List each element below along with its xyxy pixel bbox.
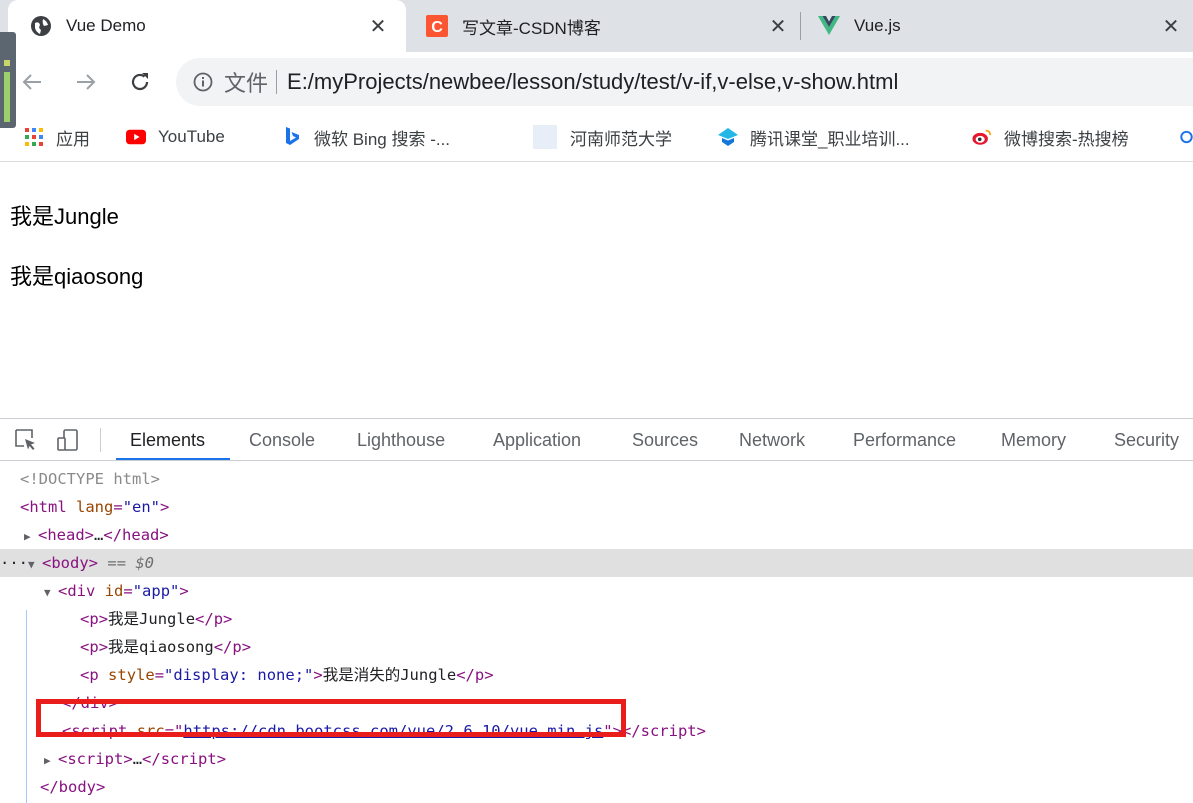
close-tab-icon[interactable]: ✕: [764, 12, 792, 40]
blank-page-icon: [532, 125, 558, 149]
bookmark-weibo[interactable]: 微博搜索-热搜榜: [972, 124, 1129, 150]
close-tab-icon[interactable]: ✕: [1157, 12, 1185, 40]
close-tab-icon[interactable]: ✕: [364, 12, 392, 40]
tab-network[interactable]: Network: [739, 419, 805, 461]
browser-toolbar: 文件 E:/myProjects/newbee/lesson/study/tes…: [0, 52, 1193, 112]
bookmark-overflow-icon[interactable]: [1180, 124, 1193, 150]
toolbar-divider: [100, 428, 101, 452]
globe-icon: [30, 15, 52, 37]
reload-button[interactable]: [120, 62, 160, 102]
bookmark-youtube[interactable]: YouTube: [126, 124, 225, 150]
dom-node-p-hidden[interactable]: <p style="display: none;">我是消失的Jungle</p…: [0, 661, 1193, 689]
page-paragraph-qiaosong: 我是qiaosong: [10, 264, 144, 289]
tab-strip: Vue Demo ✕ C 写文章-CSDN博客 ✕ Vue.js ✕: [0, 0, 1193, 52]
bookmark-label: 应用: [56, 129, 90, 149]
apps-grid-icon: [24, 127, 44, 147]
bookmark-label: YouTube: [158, 127, 225, 146]
bookmark-apps[interactable]: 应用: [24, 124, 90, 150]
bookmarks-bar: 应用 YouTube 微软 Bing 搜索 -... 河南师范大学 腾讯课堂_职…: [0, 112, 1193, 162]
tab-sources[interactable]: Sources: [632, 419, 698, 461]
tab-title: Vue Demo: [66, 16, 146, 35]
tab-lighthouse[interactable]: Lighthouse: [357, 419, 445, 461]
bookmark-bing[interactable]: 微软 Bing 搜索 -...: [282, 124, 450, 150]
page-paragraph-jungle: 我是Jungle: [10, 204, 119, 229]
active-tab-indicator: [116, 458, 230, 460]
tab-vuejs[interactable]: Vue.js ✕: [802, 0, 1193, 52]
dom-node-script-inline[interactable]: ▶ <script>…</script>: [0, 745, 1193, 773]
bookmark-label: 河南师范大学: [570, 129, 672, 149]
csdn-icon: C: [426, 15, 448, 37]
bookmark-label: 微软 Bing 搜索 -...: [314, 129, 451, 149]
inspect-element-icon[interactable]: [14, 428, 38, 452]
dom-node-body[interactable]: ···▼ <body> == $0: [0, 549, 1193, 577]
device-toolbar-icon[interactable]: [56, 428, 80, 452]
tab-elements[interactable]: Elements: [130, 419, 205, 461]
page-scheme-label: 文件: [224, 71, 269, 96]
tab-application[interactable]: Application: [493, 419, 581, 461]
arrow-right-icon: [77, 74, 96, 90]
tab-csdn[interactable]: C 写文章-CSDN博客 ✕: [410, 0, 800, 52]
dom-node-div-app[interactable]: ▼ <div id="app">: [0, 577, 1193, 605]
tab-console[interactable]: Console: [249, 419, 315, 461]
elements-tree: <!DOCTYPE html> <html lang="en"> ▶ <head>…: [0, 461, 1193, 803]
more-actions-icon[interactable]: ···: [0, 554, 28, 572]
tab-security[interactable]: Security: [1114, 419, 1179, 461]
address-url[interactable]: E:/myProjects/newbee/lesson/study/test/v…: [287, 69, 898, 95]
tab-memory[interactable]: Memory: [1001, 419, 1066, 461]
vue-icon: [818, 15, 840, 37]
tab-title: Vue.js: [854, 16, 901, 35]
bookmark-label: 腾讯课堂_职业培训...: [750, 129, 910, 149]
bookmark-label: 微博搜索-热搜榜: [1004, 129, 1129, 149]
dom-node-head[interactable]: ▶ <head>…</head>: [0, 521, 1193, 549]
selected-node-marker: == $0: [107, 554, 155, 572]
bing-icon: [282, 127, 302, 147]
youtube-icon: [126, 127, 146, 147]
tab-vue-demo[interactable]: Vue Demo ✕: [8, 0, 406, 52]
dom-node-body-close[interactable]: </body>: [0, 773, 1193, 801]
dom-node-p-qiaosong[interactable]: <p>我是qiaosong</p>: [0, 633, 1193, 661]
bookmark-tencent-classroom[interactable]: 腾讯课堂_职业培训...: [718, 124, 910, 150]
collapse-triangle-icon[interactable]: ▼: [28, 551, 42, 579]
dom-node-html[interactable]: <html lang="en">: [0, 493, 1193, 521]
expand-triangle-icon[interactable]: ▶: [44, 747, 58, 775]
tab-title: 写文章-CSDN博客: [462, 18, 601, 38]
devtools-panel: Elements Console Lighthouse Application …: [0, 418, 1193, 803]
arrow-left-icon: [22, 74, 41, 90]
collapse-triangle-icon[interactable]: ▼: [44, 579, 58, 607]
highlight-annotation-box: [36, 699, 626, 737]
expand-triangle-icon[interactable]: ▶: [24, 523, 38, 551]
side-widget: [0, 32, 16, 128]
forward-button[interactable]: [66, 62, 106, 102]
weibo-icon: [972, 127, 992, 147]
reload-icon: [131, 73, 149, 91]
html-attr-value: "en": [122, 498, 161, 516]
info-icon[interactable]: [192, 71, 214, 93]
html-tag: html: [29, 498, 67, 516]
svg-text:C: C: [431, 19, 443, 36]
devtools-tab-bar: Elements Console Lighthouse Application …: [0, 419, 1193, 461]
bookmark-henan-normal-university[interactable]: 河南师范大学: [532, 124, 672, 150]
address-bar[interactable]: 文件 E:/myProjects/newbee/lesson/study/tes…: [176, 58, 1193, 106]
doctype-text: <!DOCTYPE html>: [20, 470, 160, 488]
tab-separator: [800, 12, 801, 40]
dom-node-p-jungle[interactable]: <p>我是Jungle</p>: [0, 605, 1193, 633]
address-divider: [276, 70, 278, 94]
tab-performance[interactable]: Performance: [853, 419, 956, 461]
html-attr: lang: [76, 498, 114, 516]
tencent-classroom-icon: [718, 127, 738, 147]
back-button[interactable]: [12, 62, 52, 102]
dom-node-doctype[interactable]: <!DOCTYPE html>: [0, 465, 1193, 493]
